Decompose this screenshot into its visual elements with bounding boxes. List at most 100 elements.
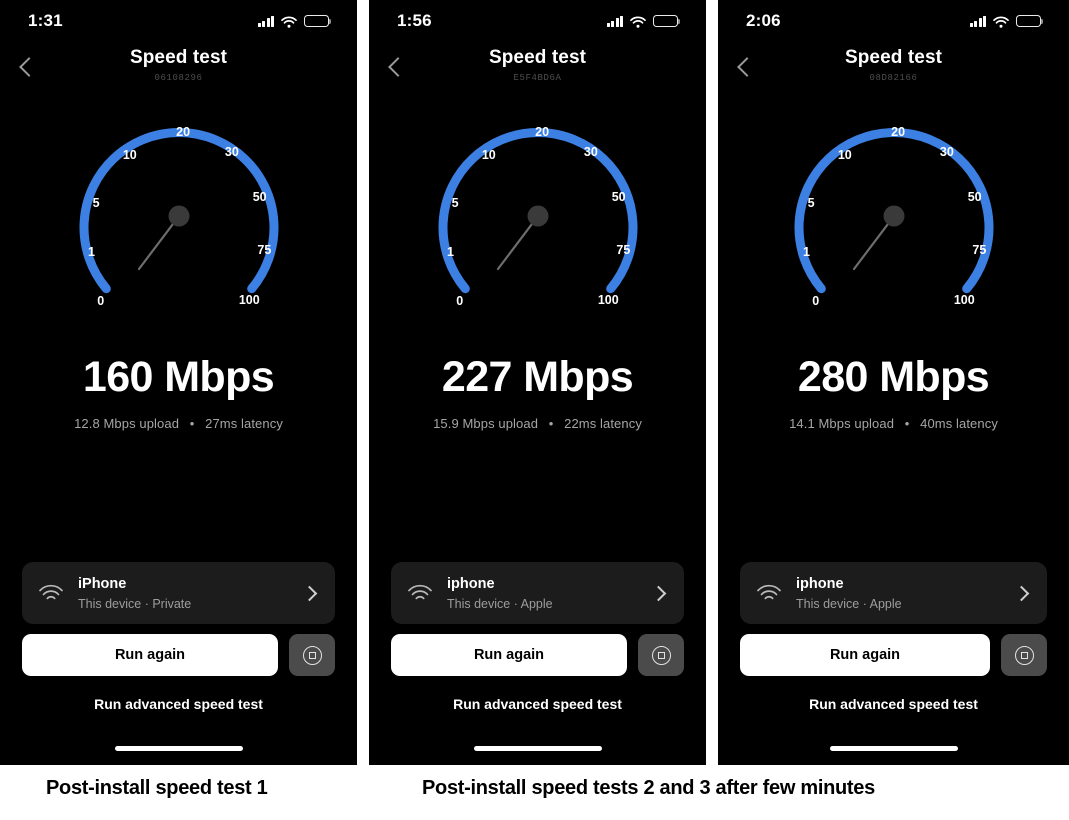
secondary-stats: 12.8 Mbps upload • 27ms latency [0,416,357,431]
gauge-tick: 20 [176,125,191,140]
stop-record-icon [651,645,671,665]
gauge-tick: 30 [939,145,954,160]
run-again-button[interactable]: Run again [22,634,278,676]
device-name: iPhone [78,575,127,592]
cellular-signal-icon [257,15,274,27]
gauge-tick: 100 [238,292,260,307]
gauge-tick: 100 [597,292,619,307]
gauge-tick: 100 [953,292,975,307]
gauge-tick: 0 [456,293,464,308]
battery-icon [1016,14,1044,28]
wifi-icon [38,583,64,603]
run-advanced-speed-test-link[interactable]: Run advanced speed test [718,696,1069,712]
gauge-tick: 50 [252,190,267,205]
run-advanced-speed-test-link[interactable]: Run advanced speed test [0,696,357,712]
gauge-tick: 1 [447,244,454,259]
device-card[interactable]: iphone This device · Apple [391,562,684,624]
wifi-icon [281,15,297,28]
device-info: iPhone This device · Private [78,575,304,612]
upload-speed-value: 14.1 Mbps upload [789,416,895,431]
status-indicators [969,14,1044,28]
chevron-right-icon[interactable] [650,585,667,601]
device-meta: This device · Apple [796,596,902,611]
cellular-signal-icon [606,15,623,27]
nav-bar: Speed test E5F4BD6A [369,46,706,98]
phone-panel-1: 1:31 Speed test 06108296 0 1 5 10 20 30 … [0,0,357,765]
run-again-button[interactable]: Run again [391,634,627,676]
gauge-dial: 0 1 5 10 20 30 50 75 100 [778,100,1010,332]
download-speed-value: 160 Mbps [82,353,275,401]
gauge-needle-hub [527,205,548,227]
latency-value: 27ms latency [205,416,283,431]
device-meta: This device · Apple [447,596,553,611]
action-row: Run again [740,634,1047,676]
screenshot-root: 1:31 Speed test 06108296 0 1 5 10 20 30 … [0,0,1069,820]
gauge-tick: 50 [611,190,626,205]
gauge-dial: 0 1 5 10 20 30 50 75 100 [422,100,654,332]
gauge-tick: 30 [224,145,239,160]
caption-row: Post-install speed test 1 Post-install s… [0,765,1069,820]
nav-bar: Speed test 06108296 [0,46,357,98]
stop-record-button[interactable] [1001,634,1047,676]
status-bar: 1:56 [369,0,706,42]
gauge-tick: 10 [837,147,852,162]
device-meta: This device · Private [78,596,192,611]
cellular-signal-icon [969,15,986,27]
latency-value: 22ms latency [564,416,642,431]
speed-readout: 227 Mbps 15.9 Mbps upload • 22ms latency [369,352,706,431]
stat-separator: • [904,416,910,431]
device-card[interactable]: iPhone This device · Private [22,562,335,624]
device-id-label: 08D82166 [869,73,918,83]
secondary-stats: 15.9 Mbps upload • 22ms latency [369,416,706,431]
device-name: iphone [447,575,495,592]
panel-divider [706,0,718,765]
upload-speed-value: 15.9 Mbps upload [433,416,539,431]
home-indicator [473,746,602,751]
wifi-icon [993,15,1009,28]
device-id-label: 06108296 [154,73,203,83]
gauge-tick: 10 [481,147,496,162]
speed-gauge: 0 1 5 10 20 30 50 75 100 [369,100,706,332]
gauge-tick: 1 [803,244,810,259]
secondary-stats: 14.1 Mbps upload • 40ms latency [718,416,1069,431]
speed-readout: 280 Mbps 14.1 Mbps upload • 40ms latency [718,352,1069,431]
phone-panel-3: 2:06 Speed test 08D82166 0 1 5 10 20 30 … [718,0,1069,765]
gauge-tick: 30 [583,145,598,160]
stop-record-icon [302,645,322,665]
gauge-tick: 20 [891,125,906,140]
device-id-label: E5F4BD6A [513,73,562,83]
phone-screenshot-strip: 1:31 Speed test 06108296 0 1 5 10 20 30 … [0,0,1069,765]
download-speed-value: 280 Mbps [797,353,990,401]
caption-right: Post-install speed tests 2 and 3 after f… [422,777,875,799]
speed-gauge: 0 1 5 10 20 30 50 75 100 [0,100,357,332]
caption-left: Post-install speed test 1 [46,777,268,799]
status-bar: 2:06 [718,0,1069,42]
run-again-button[interactable]: Run again [740,634,990,676]
action-row: Run again [391,634,684,676]
page-title: Speed test [844,47,943,68]
page-title: Speed test [129,47,228,68]
gauge-tick: 50 [967,190,982,205]
nav-bar: Speed test 08D82166 [718,46,1069,98]
stat-separator: • [189,416,195,431]
chevron-right-icon[interactable] [301,585,318,601]
device-card[interactable]: iphone This device · Apple [740,562,1047,624]
run-advanced-speed-test-link[interactable]: Run advanced speed test [369,696,706,712]
home-indicator [829,746,958,751]
speed-gauge: 0 1 5 10 20 30 50 75 100 [718,100,1069,332]
device-info: iphone This device · Apple [447,575,653,612]
stop-record-button[interactable] [638,634,684,676]
latency-value: 40ms latency [920,416,998,431]
stop-record-button[interactable] [289,634,335,676]
gauge-tick: 20 [535,125,550,140]
wifi-icon [407,583,433,603]
chevron-right-icon[interactable] [1013,585,1030,601]
gauge-needle-hub [883,205,904,227]
status-time: 1:56 [397,11,432,30]
action-row: Run again [22,634,335,676]
gauge-tick: 0 [97,293,105,308]
gauge-tick: 75 [257,242,272,257]
speed-readout: 160 Mbps 12.8 Mbps upload • 27ms latency [0,352,357,431]
download-speed-value: 227 Mbps [441,353,634,401]
gauge-tick: 75 [972,242,987,257]
